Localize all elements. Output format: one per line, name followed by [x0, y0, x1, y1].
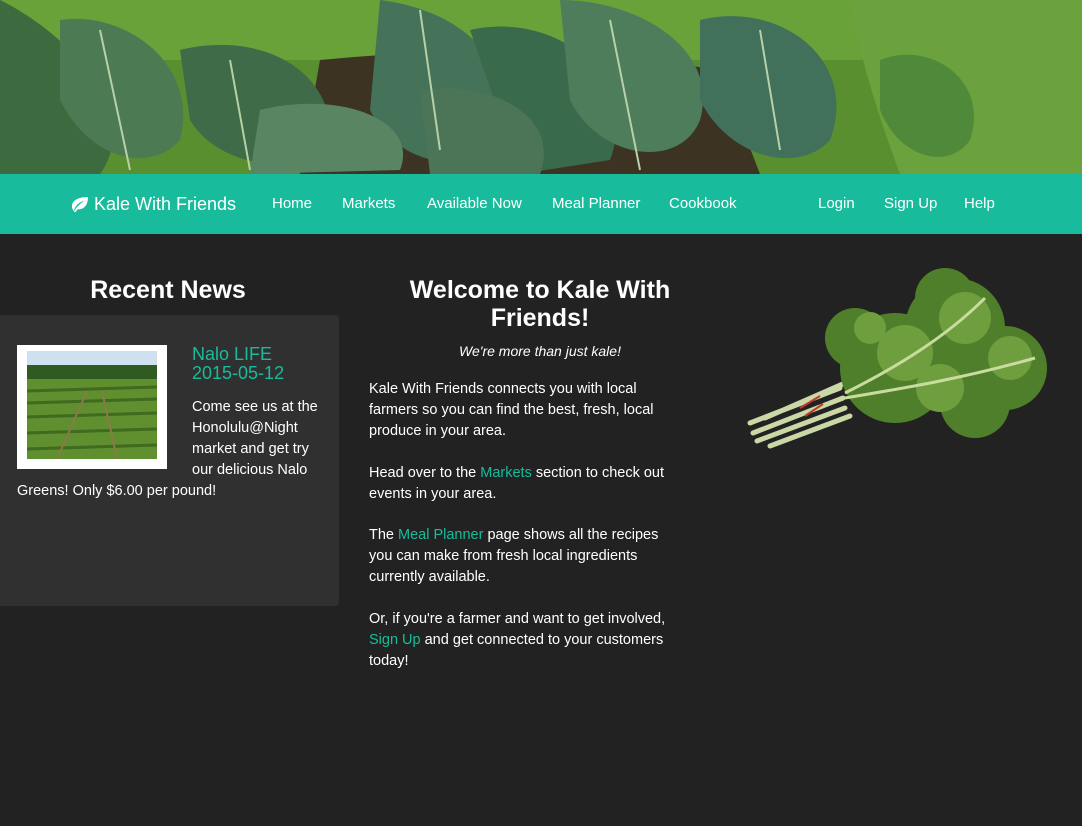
welcome-heading: Welcome to Kale With Friends! [409, 276, 671, 332]
news-date: 2015-05-12 [192, 363, 285, 383]
news-item: Nalo LIFE 2015-05-12 Come see us at the … [0, 315, 339, 606]
intro-paragraph: Kale With Friends connects you with loca… [369, 381, 654, 439]
kale-bunch-photo [747, 268, 1047, 449]
nav-home[interactable]: Home [272, 174, 312, 234]
tagline: We're more than just kale! [459, 343, 621, 359]
sign-up-paragraph: Or, if you're a farmer and want to get i… [369, 611, 666, 669]
nav-sign-up[interactable]: Sign Up [884, 174, 937, 234]
kale-field-photo [0, 0, 1082, 174]
hero-banner [0, 0, 1082, 174]
nav-login[interactable]: Login [818, 174, 855, 234]
nav-markets[interactable]: Markets [342, 174, 395, 234]
sign-up-link[interactable]: Sign Up [369, 632, 421, 648]
nav-help[interactable]: Help [964, 174, 995, 234]
kale-bunch-image [745, 258, 1055, 450]
nav-cookbook[interactable]: Cookbook [669, 174, 737, 234]
leaf-icon [71, 196, 88, 212]
nav-meal-planner[interactable]: Meal Planner [552, 174, 640, 234]
nav-available-now[interactable]: Available Now [427, 174, 522, 234]
brand-link[interactable]: Kale With Friends [70, 174, 236, 234]
navbar: Kale With Friends Home Markets Available… [0, 174, 1082, 234]
recent-news-heading: Recent News [90, 276, 246, 304]
markets-paragraph: Head over to the Markets section to chec… [369, 465, 665, 502]
news-headline[interactable]: Nalo LIFE 2015-05-12 [192, 345, 284, 383]
brand-name: Kale With Friends [94, 193, 237, 214]
meal-planner-link[interactable]: Meal Planner [398, 527, 483, 543]
news-title: Nalo LIFE [192, 344, 273, 364]
news-body-wrap: Come see us at the Honolulu@Night market… [17, 397, 323, 502]
markets-link[interactable]: Markets [480, 465, 532, 481]
meal-planner-paragraph: The Meal Planner page shows all the reci… [369, 527, 659, 585]
